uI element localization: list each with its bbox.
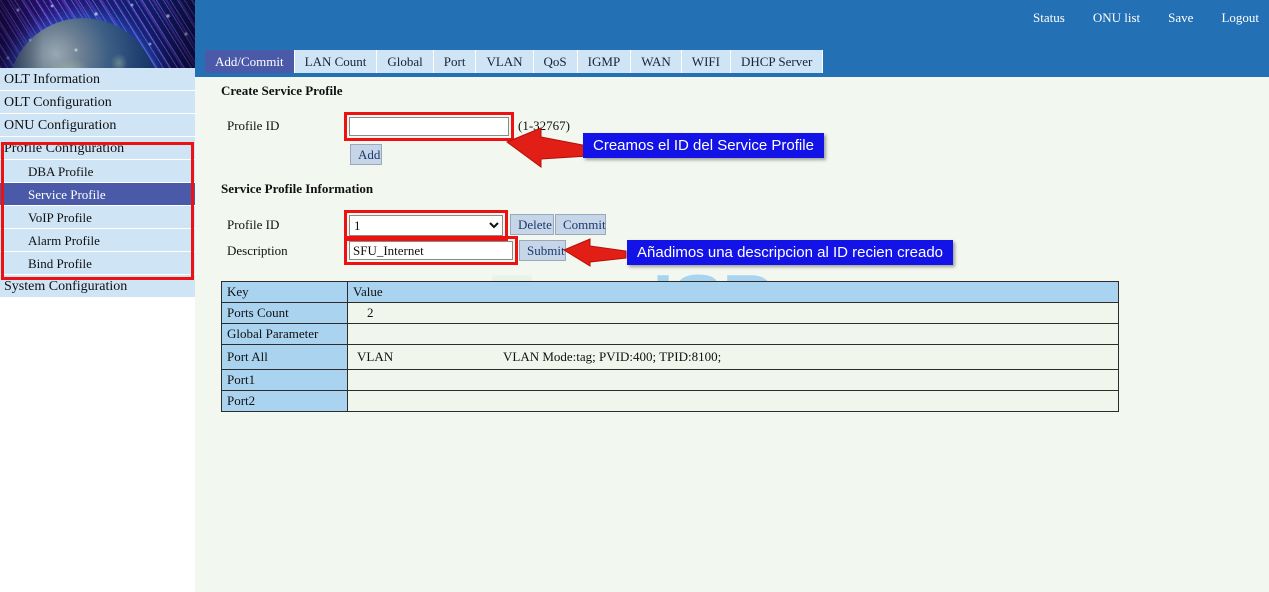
service-profile-information-title: Service Profile Information: [221, 181, 374, 196]
profile-id-select[interactable]: 1: [349, 215, 503, 236]
tab-wan[interactable]: WAN: [631, 50, 682, 73]
topnav-link-logout[interactable]: Logout: [1221, 10, 1259, 26]
table-cell-value: [347, 369, 1119, 391]
tab-wifi[interactable]: WIFI: [681, 50, 731, 73]
topnav-link-status[interactable]: Status: [1033, 10, 1065, 26]
tab-bar: Add/Commit LAN Count Global Port VLAN QoS IGMP…: [195, 46, 1269, 77]
tab-dhcp-server[interactable]: DHCP Server: [730, 50, 824, 73]
create-service-profile-title: Create Service Profile: [221, 83, 343, 98]
table-row: Port2: [221, 390, 1119, 412]
table-cell-value-primary: 2: [367, 305, 374, 320]
service-profile-table: Key Value Ports Count 2 Global Parameter Po…: [221, 281, 1119, 412]
info-profile-id-label: Profile ID: [227, 217, 280, 232]
annotation-callout-1: Creamos el ID del Service Profile: [583, 133, 824, 158]
table-cell-value: [347, 390, 1119, 412]
sidebar: OLT Information OLT Configuration ONU Conf…: [0, 0, 195, 592]
tab-igmp[interactable]: IGMP: [577, 50, 632, 73]
table-body: Ports Count 2 Global Parameter Port All VLAN…: [221, 302, 1119, 412]
application-window: OLT Information OLT Configuration ONU Conf…: [0, 0, 1269, 592]
commit-button[interactable]: Commit: [555, 214, 606, 235]
table-cell-key: Global Parameter: [221, 323, 348, 345]
sidebar-item-service-profile[interactable]: Service Profile: [0, 183, 195, 206]
table-cell-key: Port2: [221, 390, 348, 412]
table-cell-key: Port All: [221, 344, 348, 370]
create-profile-id-input[interactable]: [349, 117, 509, 136]
annotation-arrow-1: [505, 127, 589, 168]
table-cell-value-secondary: VLAN Mode:tag; PVID:400; TPID:8100;: [503, 349, 722, 364]
sidebar-item-system-configuration[interactable]: System Configuration: [0, 275, 195, 298]
sidebar-item-bind-profile[interactable]: Bind Profile: [0, 252, 195, 275]
topnav-link-save[interactable]: Save: [1168, 10, 1193, 26]
annotation-arrow-2: [562, 238, 627, 267]
top-header-bar: Status ONU list Save Logout: [195, 0, 1269, 46]
submit-button[interactable]: Submit: [519, 240, 566, 261]
tab-vlan[interactable]: VLAN: [476, 50, 534, 73]
table-header-row: Key Value: [221, 281, 1119, 303]
description-label: Description: [227, 243, 288, 258]
tab-lan-count[interactable]: LAN Count: [294, 50, 378, 73]
sidebar-item-dba-profile[interactable]: DBA Profile: [0, 160, 195, 183]
add-button[interactable]: Add: [350, 144, 382, 165]
sidebar-item-onu-configuration[interactable]: ONU Configuration: [0, 114, 195, 137]
description-input[interactable]: [349, 241, 513, 260]
tab-global[interactable]: Global: [377, 50, 434, 73]
sidebar-item-profile-configuration[interactable]: Profile Configuration: [0, 137, 195, 160]
banner-vignette: [0, 0, 195, 68]
tab-port[interactable]: Port: [433, 50, 477, 73]
sidebar-menu: OLT Information OLT Configuration ONU Conf…: [0, 68, 195, 298]
table-row: Ports Count 2: [221, 302, 1119, 324]
globe-network-banner-image: [0, 0, 195, 68]
sidebar-item-voip-profile[interactable]: VoIP Profile: [0, 206, 195, 229]
table-head: Key Value: [221, 281, 1119, 303]
table-row: Port All VLAN VLAN Mode:tag; PVID:400; TPI…: [221, 344, 1119, 370]
table-header-value: Value: [347, 281, 1119, 303]
table-row: Global Parameter: [221, 323, 1119, 345]
table-header-key: Key: [221, 281, 348, 303]
sidebar-item-olt-information[interactable]: OLT Information: [0, 68, 195, 91]
sidebar-item-olt-configuration[interactable]: OLT Configuration: [0, 91, 195, 114]
create-profile-id-label: Profile ID: [227, 118, 280, 133]
topnav-link-onu-list[interactable]: ONU list: [1093, 10, 1140, 26]
table-cell-key: Port1: [221, 369, 348, 391]
table-cell-value: 2: [347, 302, 1119, 324]
tab-add-commit[interactable]: Add/Commit: [205, 50, 295, 73]
tab-qos[interactable]: QoS: [533, 50, 578, 73]
table-cell-key: Ports Count: [221, 302, 348, 324]
top-navigation: Status ONU list Save Logout: [1033, 10, 1259, 26]
table-cell-value-primary: VLAN: [357, 349, 394, 364]
table-row: Port1: [221, 369, 1119, 391]
annotation-callout-2: Añadimos una descripcion al ID recien cr…: [627, 240, 953, 265]
sidebar-item-alarm-profile[interactable]: Alarm Profile: [0, 229, 195, 252]
delete-button[interactable]: Delete: [510, 214, 554, 235]
table-cell-value: VLAN VLAN Mode:tag; PVID:400; TPID:8100;: [347, 344, 1119, 370]
table-cell-value: [347, 323, 1119, 345]
